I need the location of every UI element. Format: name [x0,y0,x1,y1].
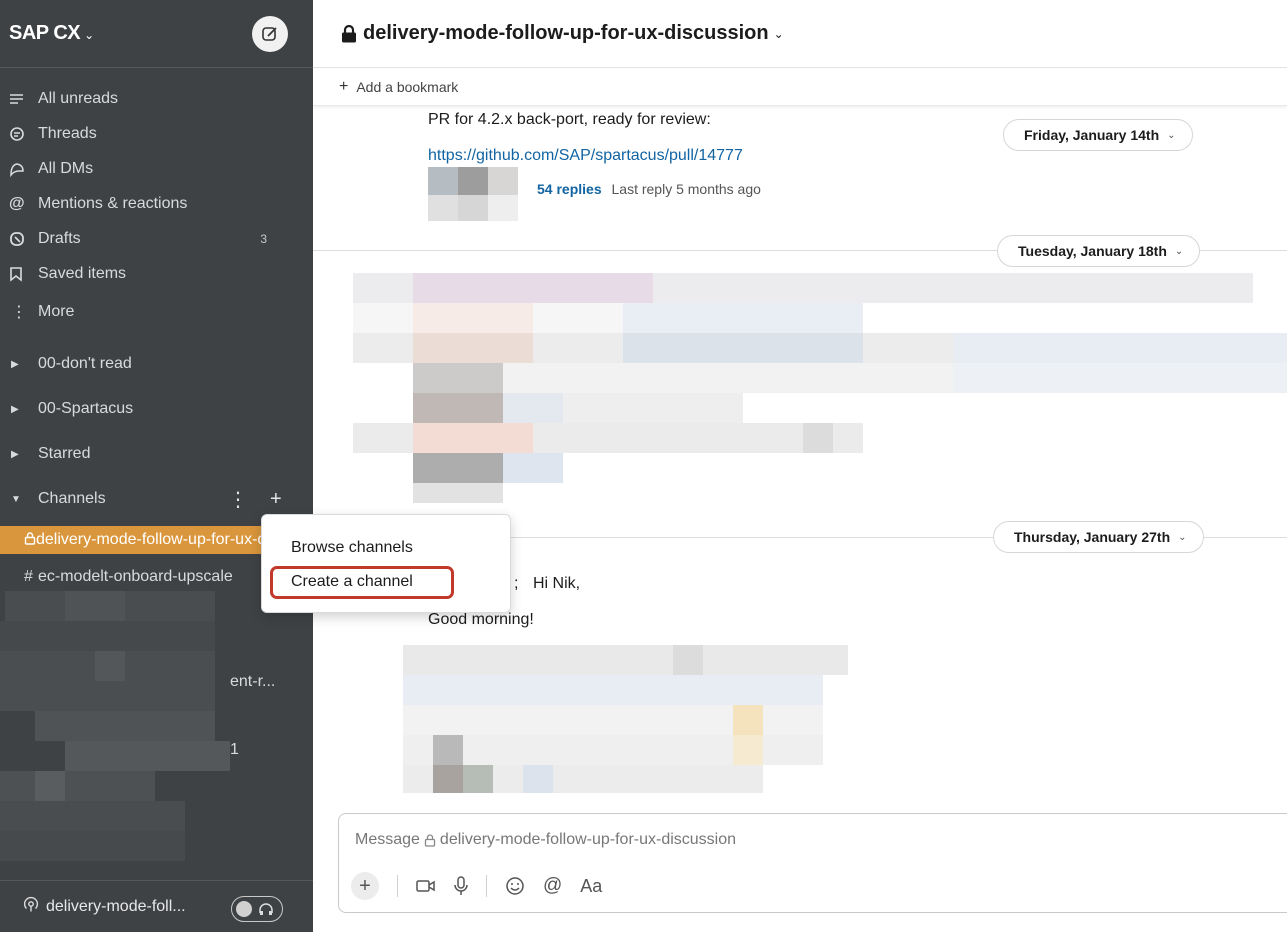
nav-all-unreads[interactable]: All unreads [0,84,313,114]
toggle-knob [236,901,252,917]
channel-view: delivery-mode-follow-up-for-ux-discussio… [313,0,1287,932]
date-divider-pill[interactable]: Friday, January 14th ⌄ [1003,119,1193,151]
date-divider-pill[interactable]: Thursday, January 27th ⌄ [993,521,1204,553]
threads-icon [0,126,38,142]
at-icon: @ [9,195,25,212]
composer-toolbar: + @ Aa [351,872,602,900]
date-divider-pill[interactable]: Tuesday, January 18th ⌄ [997,235,1201,267]
section-label: 00-don't read [38,355,132,372]
channels-context-menu: Browse channels Create a channel [261,514,511,613]
caret-right-icon: ▶ [11,358,19,370]
nav-label: All DMs [38,160,94,177]
nav-threads[interactable]: Threads [0,119,313,149]
channel-title: delivery-mode-follow-up-for-ux-discussio… [363,22,769,44]
huddle-bar[interactable]: delivery-mode-foll... [0,880,313,932]
video-icon[interactable] [416,878,436,894]
attach-plus-icon[interactable]: + [351,872,379,900]
compose-icon [262,27,277,41]
browse-channels-menu-item[interactable]: Browse channels [291,539,413,557]
mention-tail: ; [514,575,519,592]
more-icon: ⋮ [11,304,27,321]
formatting-icon[interactable]: Aa [580,876,602,897]
kebab-icon[interactable]: ⋮ [228,487,248,512]
dms-icon [0,161,38,177]
hash-icon: # [24,568,33,585]
section-label: Starred [38,445,91,462]
microphone-icon[interactable] [454,876,468,896]
bookmark-bar: + Add a bookmark [313,68,1287,106]
plus-icon: + [339,77,349,95]
lock-icon [0,532,36,548]
section-channels[interactable]: ▼ Channels ⋮ + [0,484,313,514]
section-00-dont-read[interactable]: ▶ 00-don't read [0,349,313,379]
section-label: 00-Spartacus [38,400,134,417]
message-composer[interactable]: Message delivery-mode-follow-up-for-ux-d… [338,813,1287,913]
nav-label: More [38,303,75,320]
chevron-down-icon: ⌄ [84,28,94,42]
nav-label: Drafts [38,230,81,247]
add-bookmark-button[interactable]: Add a bookmark [356,79,458,95]
section-label: Channels [38,490,106,507]
caret-right-icon: ▶ [11,403,19,415]
huddle-label: delivery-mode-foll... [46,897,186,915]
divider [486,875,487,897]
message-text: Good morning! [428,611,534,628]
drafts-count-badge: 3 [260,232,267,246]
drafts-icon [0,231,38,247]
nav-label: Mentions & reactions [38,195,188,212]
add-channel-icon[interactable]: + [270,488,282,511]
headphones-icon [259,903,273,915]
huddle-icon [0,895,46,918]
nav-saved-items[interactable]: Saved items [0,259,313,289]
nav-all-dms[interactable]: All DMs [0,154,313,184]
thread-replies[interactable]: 54 replies Last reply 5 months ago [537,181,761,197]
nav-more[interactable]: ⋮ More [0,297,313,327]
chevron-down-icon: ⌄ [1167,129,1176,141]
huddle-toggle[interactable] [231,896,283,922]
message-text: PR for 4.2.x back-port, ready for review… [428,111,711,128]
blurred-channel-label: 1 [230,741,239,758]
reply-count: 54 replies [537,181,602,197]
message-link[interactable]: https://github.com/SAP/spartacus/pull/14… [428,147,743,165]
nav-label: All unreads [38,90,119,107]
chevron-down-icon: ⌄ [1174,245,1184,257]
date-label: Friday, January 14th [1024,127,1160,143]
channel-label: ec-modelt-onboard-upscale [38,568,233,585]
bookmark-icon [0,266,38,282]
date-label: Tuesday, January 18th [1018,243,1167,259]
workspace-header: SAP CX ⌄ [0,0,313,68]
date-label: Thursday, January 27th [1014,529,1171,545]
placeholder-label: Message [355,831,420,848]
mention-icon[interactable]: @ [543,875,562,897]
blurred-channel-label: ent-r... [230,673,276,690]
nav-mentions[interactable]: @ Mentions & reactions [0,189,313,219]
message-text: Hi Nik, [533,575,581,592]
placeholder-channel: delivery-mode-follow-up-for-ux-discussio… [439,831,737,848]
workspace-name: SAP CX [9,22,81,44]
nav-label: Threads [38,125,97,142]
composer-placeholder: Message delivery-mode-follow-up-for-ux-d… [355,831,736,849]
section-starred[interactable]: ▶ Starred [0,439,313,469]
lock-icon [424,833,436,847]
nav-label: Saved items [38,265,127,282]
emoji-icon[interactable] [505,876,525,896]
section-actions: ⋮ + [228,487,282,512]
chevron-down-icon: ⌄ [773,26,784,41]
lock-icon [341,24,357,43]
sidebar: SAP CX ⌄ All unreads Threads All DMs @ Me… [0,0,313,932]
last-reply: Last reply 5 months ago [611,181,761,197]
caret-down-icon: ▼ [11,493,21,505]
slack-window: SAP CX ⌄ All unreads Threads All DMs @ Me… [0,0,1287,932]
divider [397,875,398,897]
create-channel-menu-item[interactable]: Create a channel [291,573,413,591]
workspace-switcher[interactable]: SAP CX ⌄ [9,22,94,45]
nav-drafts[interactable]: Drafts 3 [0,224,313,254]
channel-header[interactable]: delivery-mode-follow-up-for-ux-discussio… [313,0,1287,68]
chevron-down-icon: ⌄ [1178,531,1187,543]
list-icon [0,92,38,106]
section-00-spartacus[interactable]: ▶ 00-Spartacus [0,394,313,424]
compose-button[interactable] [252,16,288,52]
caret-right-icon: ▶ [11,448,19,460]
